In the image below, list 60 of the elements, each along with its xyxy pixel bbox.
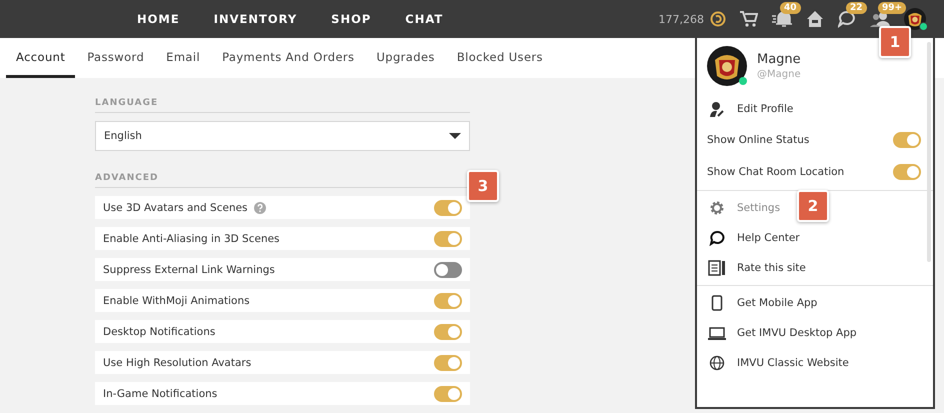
language-dropdown[interactable]: English (95, 121, 470, 151)
menu-item[interactable]: Edit Profile (737, 103, 794, 115)
settings-tab[interactable]: Password (77, 38, 154, 78)
settings-tab[interactable]: Blocked Users (446, 38, 553, 78)
bell-icon[interactable] (772, 10, 792, 28)
nav-link[interactable]: INVENTORY (214, 12, 298, 26)
menu-item[interactable]: Help Center (737, 232, 800, 244)
toggle-switch[interactable] (434, 262, 462, 278)
globe-icon (709, 355, 725, 371)
credit-balance: 177,268 (658, 12, 704, 26)
user-handle: @Magne (757, 69, 801, 80)
toggle-switch[interactable] (434, 230, 462, 246)
menu-item[interactable]: Rate this site (737, 262, 806, 274)
menu-label: Show Online Status (707, 134, 810, 146)
person-pencil-icon (709, 101, 725, 117)
toggle-switch[interactable] (434, 324, 462, 340)
toggle-switch[interactable] (434, 292, 462, 308)
setting-label: Enable WithMoji Animations (103, 294, 250, 306)
menu-label: Show Chat Room Location (707, 166, 844, 178)
menu-item[interactable]: Get Mobile App (737, 297, 818, 309)
toggle-switch[interactable] (434, 354, 462, 370)
toggle-switch[interactable] (434, 200, 462, 216)
settings-tab[interactable]: Account (6, 38, 76, 78)
step-number-badge: 2 (797, 190, 829, 222)
toggle-switch[interactable] (434, 386, 462, 402)
document-pencil-icon (708, 260, 726, 276)
setting-label: Suppress External Link Warnings (103, 264, 275, 276)
settings-tab[interactable]: Email (156, 38, 210, 78)
toggle-switch[interactable] (893, 132, 921, 148)
toggle-switch[interactable] (893, 164, 921, 180)
user-name: Magne (757, 52, 801, 67)
step-number-badge: 1 (879, 26, 911, 58)
setting-label: Desktop Notifications (103, 326, 216, 338)
house-icon[interactable] (806, 10, 824, 28)
chat-bubble-icon[interactable] (838, 10, 856, 28)
menu-item[interactable]: IMVU Classic Website (737, 357, 849, 369)
laptop-icon (707, 325, 727, 341)
setting-label: Use 3D Avatars and Scenes (103, 202, 248, 214)
coin-icon (710, 11, 726, 27)
help-icon[interactable] (254, 202, 266, 214)
menu-item[interactable]: Get IMVU Desktop App (737, 327, 857, 339)
step-number-badge: 3 (467, 170, 499, 202)
cart-icon[interactable] (740, 11, 758, 27)
setting-label: Use High Resolution Avatars (103, 356, 252, 368)
chat-bubble-icon (709, 230, 725, 246)
nav-link[interactable]: HOME (137, 12, 180, 26)
notification-count: 40 (780, 2, 801, 14)
nav-link[interactable]: CHAT (405, 12, 444, 26)
setting-label: Enable Anti-Aliasing in 3D Scenes (103, 232, 280, 244)
nav-link[interactable]: SHOP (331, 12, 372, 26)
notification-count: 99+ (878, 2, 906, 14)
settings-tab[interactable]: Payments And Orders (212, 38, 364, 78)
phone-icon (709, 295, 725, 311)
section-heading: LANGUAGE (95, 98, 158, 108)
notification-count: 22 (846, 2, 867, 14)
settings-icon (709, 200, 725, 216)
setting-label: In-Game Notifications (103, 388, 218, 400)
user-avatar (707, 46, 747, 86)
section-heading: ADVANCED (95, 173, 159, 183)
settings-tab[interactable]: Upgrades (366, 38, 445, 78)
